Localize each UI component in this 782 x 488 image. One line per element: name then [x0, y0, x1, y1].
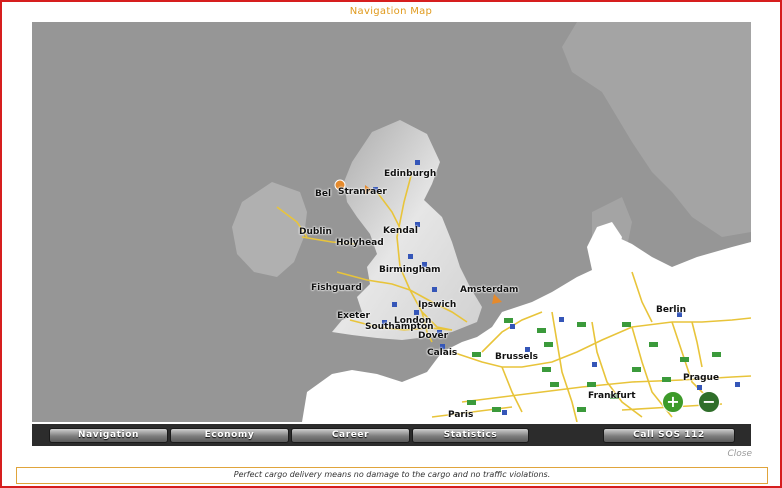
city-label-stranraer: Stranraer — [338, 187, 387, 197]
city-label-holyhead: Holyhead — [336, 238, 384, 248]
city-label-prague: Prague — [683, 373, 720, 383]
city-label-dover: Dover — [418, 331, 449, 341]
zoom-out-button[interactable]: − — [698, 391, 720, 413]
zoom-in-button[interactable]: + — [662, 391, 684, 413]
city-label-birmingham: Birmingham — [379, 265, 441, 275]
city-label-frankfurt: Frankfurt — [588, 391, 636, 401]
navigation-toolbar: Navigation Economy Career Statistics Cal… — [32, 424, 751, 446]
city-label-paris: Paris — [448, 410, 474, 420]
city-label-edinburgh: Edinburgh — [384, 169, 437, 179]
navigation-tab-button[interactable]: Navigation — [49, 428, 168, 443]
city-label-fishguard: Fishguard — [311, 283, 362, 293]
city-label-amsterdam: Amsterdam — [460, 285, 519, 295]
city-label-brussels: Brussels — [495, 352, 538, 362]
ireland-landmass — [232, 182, 307, 277]
economy-tab-button[interactable]: Economy — [170, 428, 289, 443]
norway-landmass — [562, 22, 751, 237]
map-canvas — [232, 22, 751, 422]
destination-marker — [492, 294, 502, 304]
navigation-map[interactable]: Edinburgh Bel Stranraer Dublin Kendal Ho… — [32, 22, 751, 422]
call-sos-button[interactable]: Call SOS 112 — [603, 428, 735, 443]
city-label-belfast: Bel — [315, 189, 332, 199]
city-label-exeter: Exeter — [337, 311, 370, 321]
city-label-dublin: Dublin — [299, 227, 332, 237]
city-label-calais: Calais — [427, 348, 458, 358]
status-message: Perfect cargo delivery means no damage t… — [233, 470, 551, 479]
statistics-tab-button[interactable]: Statistics — [412, 428, 529, 443]
career-tab-button[interactable]: Career — [291, 428, 410, 443]
status-message-bar: Perfect cargo delivery means no damage t… — [16, 467, 768, 484]
city-label-kendal: Kendal — [383, 226, 418, 236]
city-label-berlin: Berlin — [656, 305, 686, 315]
close-button[interactable]: Close — [727, 449, 752, 459]
window-title: Navigation Map — [349, 6, 433, 17]
city-label-ipswich: Ipswich — [418, 300, 457, 310]
